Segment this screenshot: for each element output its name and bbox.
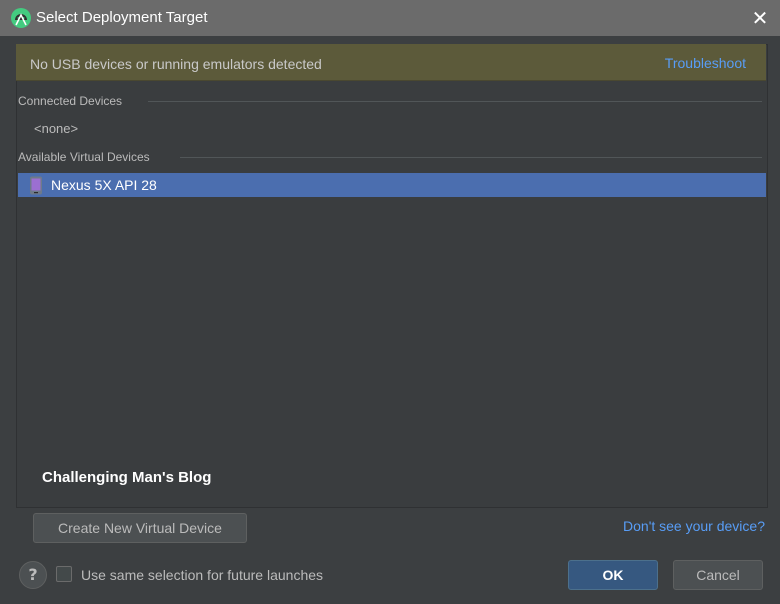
phone-icon	[30, 176, 42, 195]
close-icon: ✕	[751, 6, 769, 30]
title-bar: Select Deployment Target ✕	[0, 0, 780, 36]
device-name: Nexus 5X API 28	[51, 177, 157, 193]
device-row-nexus-5x-api-28[interactable]: Nexus 5X API 28	[18, 173, 766, 197]
troubleshoot-link[interactable]: Troubleshoot	[665, 55, 746, 71]
window-title: Select Deployment Target	[36, 9, 208, 26]
section-divider	[148, 101, 762, 102]
device-list-panel	[16, 44, 768, 508]
android-studio-icon	[11, 8, 31, 28]
close-button[interactable]: ✕	[748, 6, 772, 30]
same-selection-label[interactable]: Use same selection for future launches	[81, 567, 323, 583]
watermark-text: Challenging Man's Blog	[42, 469, 212, 486]
help-button[interactable]: ?	[19, 561, 47, 589]
ok-button[interactable]: OK	[568, 560, 658, 590]
dont-see-device-link[interactable]: Don't see your device?	[623, 518, 765, 534]
cancel-button[interactable]: Cancel	[673, 560, 763, 590]
section-divider	[180, 157, 762, 158]
warning-message: No USB devices or running emulators dete…	[30, 56, 322, 72]
connected-devices-header: Connected Devices	[18, 94, 123, 108]
warning-banner: No USB devices or running emulators dete…	[16, 44, 766, 81]
same-selection-checkbox[interactable]	[56, 566, 72, 582]
available-virtual-devices-header: Available Virtual Devices	[18, 150, 150, 164]
create-new-virtual-device-button[interactable]: Create New Virtual Device	[33, 513, 247, 543]
connected-devices-empty: <none>	[34, 121, 79, 136]
